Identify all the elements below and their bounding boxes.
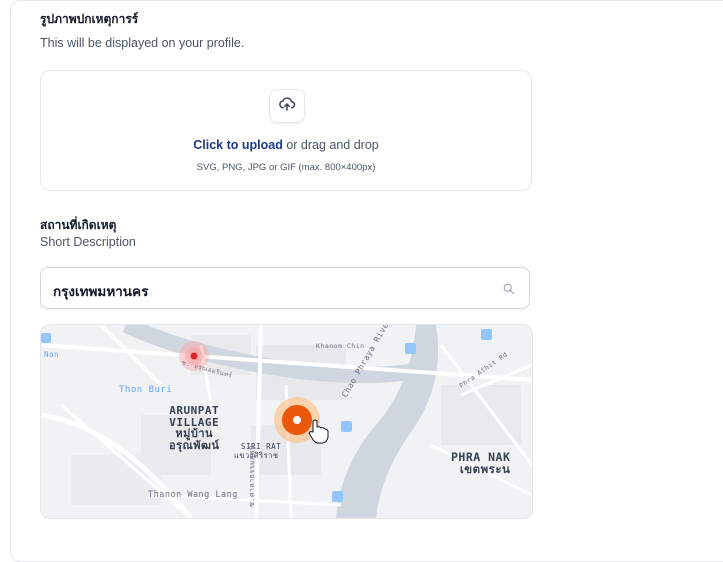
upload-hint: SVG, PNG, JPG or GIF (max. 800×400px)	[196, 162, 376, 173]
photo-section-subtitle: This will be displayed on your profile.	[40, 36, 245, 50]
drag-drop-text: or drag and drop	[282, 138, 379, 152]
map-label-phra-nak: PHRA NAK เขตพระน	[451, 450, 511, 477]
upload-cloud-icon	[278, 95, 296, 118]
click-to-upload-link[interactable]: Click to upload	[193, 138, 283, 152]
map-label-arunpat: ARUNPAT VILLAGE หมู่บ้าน อรุณพัฒน์	[169, 404, 220, 452]
location-map[interactable]: ARUNPAT VILLAGE หมู่บ้าน อรุณพัฒน์ Thon …	[40, 324, 533, 519]
map-label-wang-lang: Thanon Wang Lang	[148, 490, 238, 500]
location-section-subtitle: Short Description	[40, 235, 136, 249]
upload-icon-container	[269, 89, 305, 123]
location-section-title: สถานที่เกิดเหตุ	[40, 218, 117, 232]
map-label-non: Non	[44, 350, 60, 359]
upload-dropzone[interactable]: Click to upload or drag and drop SVG, PN…	[40, 70, 532, 191]
map-label-vertical-road: ซ.ศาลาธรรมสพน์	[248, 444, 256, 507]
upload-instructions: Click to upload or drag and drop	[41, 138, 531, 152]
location-search-input[interactable]: กรุงเทพมหานคร	[40, 267, 530, 309]
map-label-khanom-chin: Khanom Chin	[316, 342, 365, 350]
map-label-thon-buri: Thon Buri	[119, 385, 173, 395]
photo-section-title: รูปภาพปกเหตุการร์	[40, 12, 139, 26]
search-icon[interactable]	[502, 282, 515, 300]
location-search-value: กรุงเทพมหานคร	[53, 284, 149, 300]
